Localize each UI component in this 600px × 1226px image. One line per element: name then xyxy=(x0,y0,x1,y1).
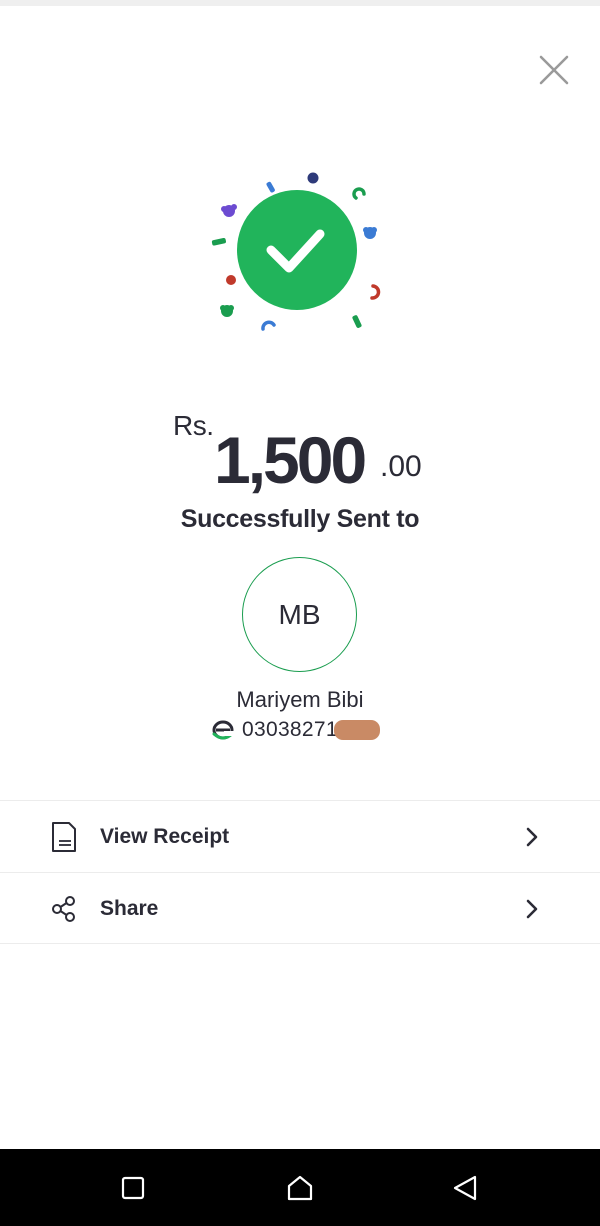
triangle-back-icon xyxy=(453,1175,477,1201)
recipient-avatar: MB xyxy=(242,557,357,672)
action-list: View Receipt Share xyxy=(0,800,600,944)
close-button[interactable] xyxy=(534,50,574,90)
amount-whole: 1,500 xyxy=(214,423,367,497)
receipt-icon xyxy=(48,819,80,855)
easypaisa-logo-icon xyxy=(212,720,234,740)
payment-success-screen: Rs. 1,500 .00 Successfully Sent to MB Ma… xyxy=(0,0,600,1226)
close-icon xyxy=(539,55,569,85)
amount-currency: Rs. xyxy=(173,410,214,441)
view-receipt-label: View Receipt xyxy=(100,825,230,848)
recipient-account: 03038271 xyxy=(212,716,380,744)
square-icon xyxy=(121,1176,145,1200)
success-circle xyxy=(237,190,357,310)
amount-fraction: .00 xyxy=(380,450,422,483)
status-bar xyxy=(0,0,600,6)
back-button[interactable] xyxy=(448,1171,482,1205)
recipient-name: Mariyem Bibi xyxy=(236,687,364,712)
success-illustration xyxy=(200,160,400,340)
amount-display: Rs. 1,500 .00 xyxy=(0,400,600,500)
android-navigation-bar xyxy=(0,1149,600,1226)
recents-button[interactable] xyxy=(116,1171,150,1205)
status-text: Successfully Sent to xyxy=(180,505,420,533)
home-button[interactable] xyxy=(283,1171,317,1205)
avatar-initials: MB xyxy=(278,598,321,630)
share-label: Share xyxy=(100,897,159,920)
view-receipt-button[interactable]: View Receipt xyxy=(0,800,600,872)
chevron-right-icon xyxy=(526,899,538,919)
share-button[interactable]: Share xyxy=(0,872,600,944)
share-icon xyxy=(48,891,80,927)
redaction-mark xyxy=(333,720,380,740)
chevron-right-icon xyxy=(526,827,538,847)
account-number: 03038271 xyxy=(242,718,338,741)
home-icon xyxy=(287,1175,313,1201)
